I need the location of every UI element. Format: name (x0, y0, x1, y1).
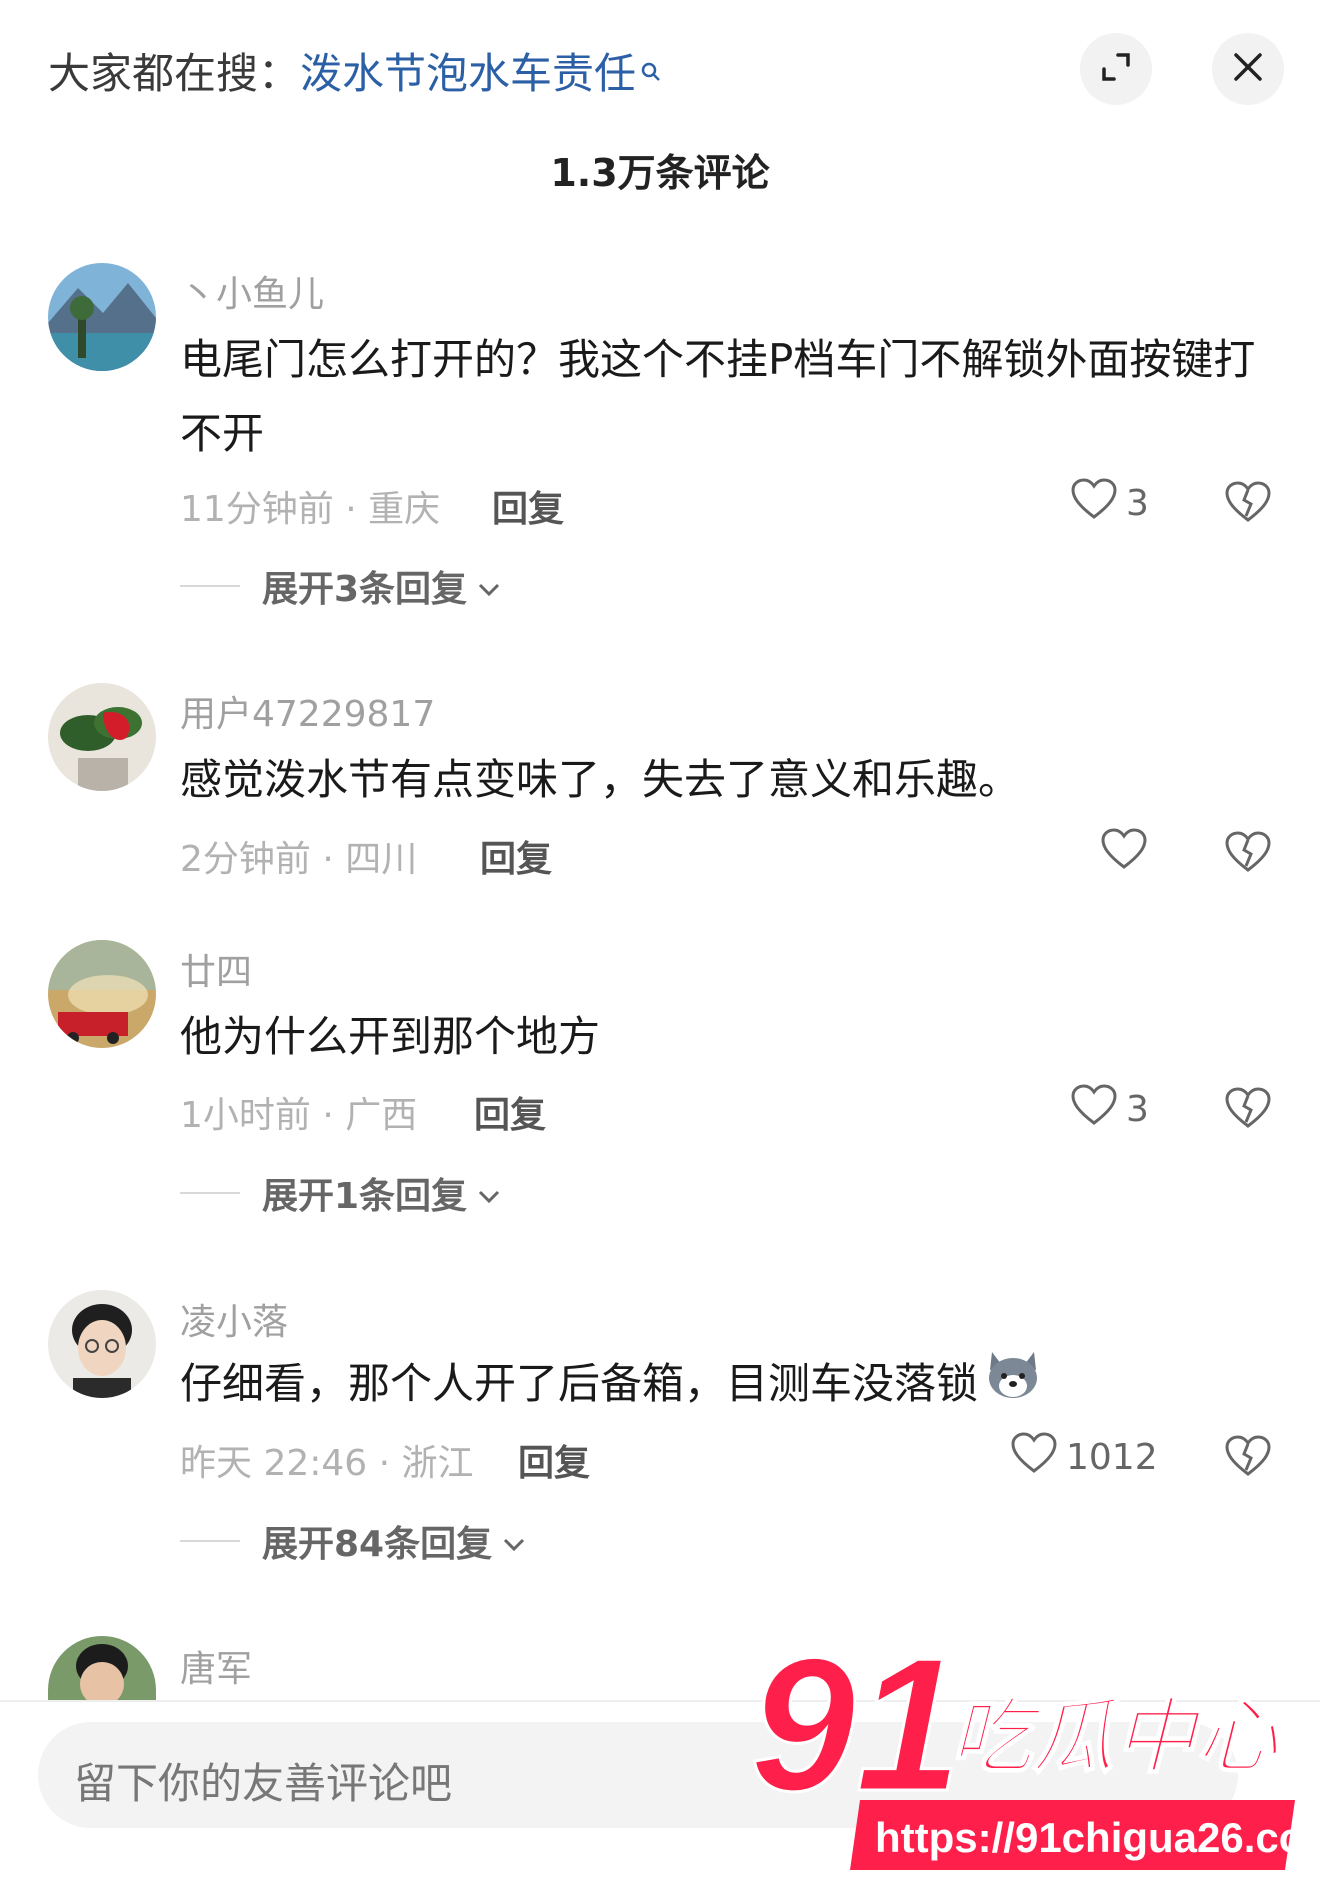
dislike-button[interactable] (1224, 480, 1272, 528)
comment-meta: 1小时前 · 广西 (180, 1095, 418, 1136)
broken-heart-icon (1224, 1435, 1272, 1482)
divider (180, 585, 240, 587)
search-suggestion[interactable]: 大家都在搜：泼水节泡水车责任 (48, 40, 662, 101)
heart-icon (1070, 477, 1118, 530)
dislike-button[interactable] (1224, 1086, 1272, 1134)
reply-button[interactable]: 回复 (492, 480, 564, 532)
comment-meta: 11分钟前 · 重庆 (180, 489, 441, 530)
husky-emoji-icon (984, 1348, 1042, 1425)
heart-icon (1100, 827, 1148, 880)
comment-username[interactable]: 廿四 (180, 943, 252, 995)
broken-heart-icon (1224, 481, 1272, 528)
expand-replies-button[interactable]: 展开1条回复 (180, 1167, 501, 1219)
chevron-down-icon (477, 566, 501, 607)
like-button[interactable]: 3 (1070, 477, 1149, 530)
search-suggestion-label: 大家都在搜： (48, 49, 301, 98)
comment-meta: 昨天 22:46 · 浙江 (180, 1443, 474, 1484)
chevron-down-icon (502, 1521, 526, 1562)
expand-replies-button[interactable]: 展开84条回复 (180, 1515, 526, 1567)
chevron-down-icon (477, 1173, 501, 1214)
dislike-button[interactable] (1224, 830, 1272, 878)
heart-icon (1070, 1083, 1118, 1136)
expand-replies-label: 展开3条回复 (262, 569, 468, 610)
search-icon (640, 44, 662, 93)
like-count: 1012 (1066, 1437, 1158, 1478)
close-button[interactable] (1212, 33, 1284, 105)
expand-button[interactable] (1080, 33, 1152, 105)
avatar[interactable] (48, 940, 156, 1048)
divider (180, 1540, 240, 1542)
comment-username[interactable]: 唐军 (180, 1640, 252, 1692)
broken-heart-icon (1224, 1087, 1272, 1134)
like-count: 3 (1126, 1089, 1149, 1130)
watermark-logo: 91 吃瓜中心 https://91chigua26.com (749, 1618, 1320, 1885)
avatar[interactable] (48, 1290, 156, 1398)
comment-count-title: 1.3万条评论 (550, 151, 770, 195)
reply-button[interactable]: 回复 (480, 830, 552, 882)
like-button[interactable]: 1012 (1010, 1431, 1158, 1484)
like-count: 3 (1126, 483, 1149, 524)
expand-replies-label: 展开1条回复 (262, 1176, 468, 1217)
comment-text-body: 仔细看，那个人开了后备箱，目测车没落锁 (180, 1359, 979, 1408)
comment-username[interactable]: 丶小鱼儿 (180, 265, 324, 317)
search-suggestion-keyword[interactable]: 泼水节泡水车责任 (300, 49, 636, 98)
svg-text:吃瓜中心: 吃瓜中心 (950, 1690, 1280, 1785)
top-bar: 大家都在搜：泼水节泡水车责任 1.3万条评论 (0, 0, 1320, 195)
comment-text: 电尾门怎么打开的？我这个不挂P档车门不解锁外面按键打不开 (180, 335, 1256, 458)
divider (180, 1192, 240, 1194)
avatar[interactable] (48, 1636, 156, 1700)
reply-button[interactable]: 回复 (518, 1434, 590, 1486)
avatar[interactable] (48, 263, 156, 371)
comment-input-placeholder: 留下你的友善评论吧 (74, 1759, 453, 1808)
comment-username[interactable]: 凌小落 (180, 1293, 288, 1345)
expand-icon (1099, 50, 1133, 88)
expand-replies-button[interactable]: 展开3条回复 (180, 560, 501, 612)
comment-meta: 2分钟前 · 四川 (180, 839, 418, 880)
broken-heart-icon (1224, 831, 1272, 878)
close-icon (1232, 51, 1264, 87)
reply-button[interactable]: 回复 (474, 1086, 546, 1138)
expand-replies-label: 展开84条回复 (262, 1524, 493, 1565)
heart-icon (1010, 1431, 1058, 1484)
comment-text: 仔细看，那个人开了后备箱，目测车没落锁 (180, 1347, 1280, 1425)
avatar[interactable] (48, 683, 156, 791)
like-button[interactable] (1100, 827, 1148, 880)
comment-text: 他为什么开到那个地方 (180, 1012, 601, 1061)
dislike-button[interactable] (1224, 1434, 1272, 1482)
comment-text: 感觉泼水节有点变味了，失去了意义和乐趣。 (180, 755, 1021, 804)
svg-text:https://91chigua26.com: https://91chigua26.com (875, 1814, 1310, 1861)
comment-username[interactable]: 用户47229817 (180, 685, 435, 737)
like-button[interactable]: 3 (1070, 1083, 1149, 1136)
